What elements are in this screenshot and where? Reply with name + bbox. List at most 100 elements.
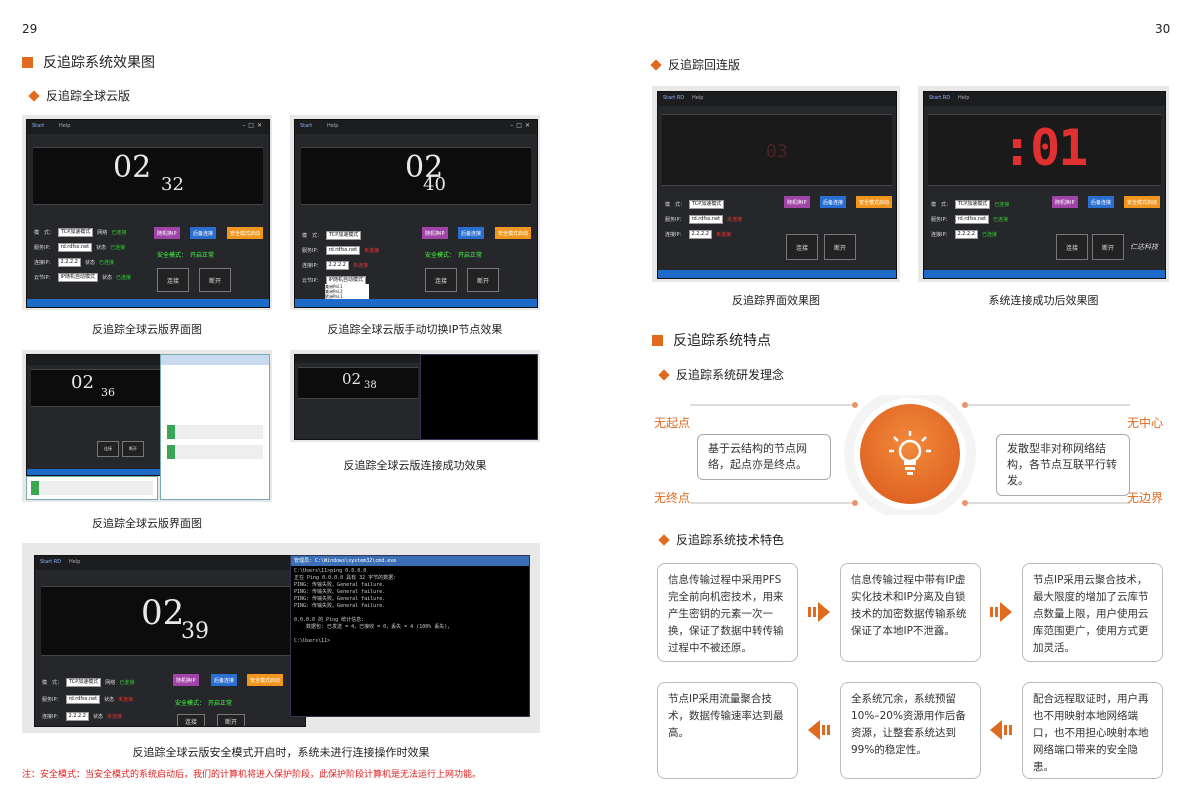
- feature-ip-virtual: 信息传输过程中带有IP虚实化技术和IP分离及自锁技术的加密数据传输系统保证了本地…: [840, 563, 981, 662]
- safe-mode-button[interactable]: 安全模式启动: [1124, 196, 1161, 208]
- status-value: 未连接: [118, 697, 134, 703]
- tab-help[interactable]: Help: [692, 95, 703, 101]
- proxy-select[interactable]: 2.2.2.2: [57, 258, 81, 267]
- disconnect-button[interactable]: 断开: [199, 268, 231, 292]
- clock-banner: 02 40: [301, 147, 531, 205]
- feature-pfs: 信息传输过程中采用PFS完全前向机密技术，用来产生密钥的元素一次一换，保证了数据…: [657, 563, 798, 662]
- screenshot-cloud-ui-browser: 02 36 连接 断开: [22, 350, 272, 502]
- server-select[interactable]: rd.rdfss.net: [325, 246, 361, 255]
- backup-connect-button[interactable]: 后备连接: [1088, 196, 1115, 208]
- window-controls-icon[interactable]: –□✕: [510, 122, 533, 129]
- node-no-end: 无终点: [654, 491, 691, 505]
- mode-select[interactable]: TCP加速模式: [66, 678, 102, 687]
- disconnect-button[interactable]: 断开: [1092, 234, 1124, 260]
- proxy-row: 连接IP： 2.2.2.2 未连接: [665, 230, 731, 239]
- tab-help[interactable]: Help: [958, 95, 969, 101]
- page-number-right: 30: [1155, 22, 1171, 36]
- server-label: 服务IP：: [34, 245, 54, 251]
- cmd-line: PING: 传输失败。General failure.: [294, 596, 386, 602]
- connect-button[interactable]: 连接: [157, 268, 189, 292]
- connect-button[interactable]: 连接: [97, 441, 119, 457]
- tab-start[interactable]: Start: [32, 123, 44, 129]
- server-select[interactable]: rd.rdfss.net: [688, 215, 724, 224]
- safe-mode-button[interactable]: 安全模式启动: [495, 227, 532, 239]
- mode-row: 模 式： TCP加速模式: [665, 200, 725, 209]
- random-ip-button[interactable]: 随机换IP: [784, 196, 810, 208]
- proxy-select[interactable]: 2.2.2.2: [325, 261, 349, 270]
- backup-connect-button[interactable]: 后备连接: [211, 674, 238, 686]
- proxy-label: 连接IP：: [42, 714, 62, 720]
- mode-select[interactable]: TCP加速模式: [326, 231, 362, 240]
- connect-button[interactable]: 连接: [786, 234, 818, 260]
- connect-button[interactable]: 连接: [1056, 234, 1088, 260]
- connect-button[interactable]: 连接: [177, 714, 205, 726]
- status-label: 状态: [96, 245, 107, 251]
- lightbulb-icon: [889, 431, 931, 475]
- proxy-label: 连接IP：: [931, 232, 951, 238]
- status-value: 未连接: [716, 232, 732, 238]
- status-label: 状态: [104, 697, 115, 703]
- disconnect-button[interactable]: 断开: [824, 234, 856, 260]
- caption-1: 反追踪全球云版界面图: [92, 323, 202, 336]
- proxy-select[interactable]: 2.2.2.2: [688, 230, 712, 239]
- ip-result-box: [167, 445, 263, 459]
- backup-connect-button[interactable]: 后备连接: [190, 227, 217, 239]
- random-ip-button[interactable]: 随机换IP: [422, 227, 448, 239]
- proxy-select[interactable]: 2.2.2.2: [65, 712, 89, 721]
- subtitle-text: 反追踪回连版: [668, 58, 741, 72]
- caption-5: 反追踪全球云版安全模式开启时，系统未进行连接操作时效果: [132, 746, 430, 759]
- subtitle-concept: 反追踪系统研发理念: [658, 366, 784, 383]
- window-controls-icon[interactable]: –□✕: [242, 122, 265, 129]
- diamond-bullet-icon: [28, 89, 40, 102]
- connect-button[interactable]: 连接: [425, 268, 457, 292]
- net-label: 网络: [105, 680, 116, 686]
- backup-connect-button[interactable]: 后备连接: [820, 196, 847, 208]
- tab-help[interactable]: Help: [69, 559, 80, 565]
- mode-label: 模 式：: [665, 202, 686, 208]
- clock-seconds: 32: [161, 174, 184, 195]
- tab-help[interactable]: Help: [327, 123, 338, 129]
- server-select[interactable]: rd.rdfss.net: [57, 243, 93, 252]
- cloud-label: 云节IP：: [302, 278, 322, 284]
- feature-redundancy: 全系统冗余，系统预留10%–20%资源用作后备资源，让整套系统达到99%的稳定性…: [840, 682, 981, 779]
- section-title-text: 反追踪系统特点: [673, 333, 771, 349]
- cloud-select[interactable]: IP随机自动模式: [57, 273, 98, 282]
- tab-start-rd[interactable]: Start RD: [40, 559, 61, 565]
- random-ip-button[interactable]: 随机换IP: [154, 227, 180, 239]
- page-number-left: 29: [22, 22, 38, 36]
- disconnect-button[interactable]: 断开: [467, 268, 499, 292]
- disconnect-button[interactable]: 断开: [122, 441, 144, 457]
- browser-window: [160, 354, 270, 500]
- digit-banner: 03: [662, 114, 892, 186]
- status-value: 未连接: [353, 263, 369, 269]
- disconnect-button[interactable]: 断开: [217, 714, 245, 726]
- server-select[interactable]: rd.rdfss.net: [65, 695, 101, 704]
- backup-connect-button[interactable]: 后备连接: [458, 227, 485, 239]
- screenshot-rd-ui: Start RD Help 03 模 式： TCP加速模式 服务IP： rd.rdf…: [652, 86, 900, 282]
- server-select[interactable]: rd.rdfss.net: [954, 215, 990, 224]
- clock-seconds: 38: [364, 380, 377, 391]
- section-title-text: 反追踪系统效果图: [43, 55, 155, 71]
- bulb-circle: [860, 404, 960, 504]
- random-ip-button[interactable]: 随机换IP: [173, 674, 199, 686]
- mode-select[interactable]: TCP加速模式: [58, 228, 94, 237]
- browser-toolbar: [161, 355, 269, 365]
- cmd-output: C:\Users\11>ping 0.0.0.0 正在 Ping 0.0.0.0…: [294, 568, 526, 645]
- mode-select[interactable]: TCP加速模式: [689, 200, 725, 209]
- tab-start[interactable]: Start: [300, 123, 312, 129]
- arrow-left-icon: [808, 720, 830, 740]
- safe-mode-button[interactable]: 安全模式启动: [227, 227, 264, 239]
- mode-select[interactable]: TCP加速模式: [955, 200, 991, 209]
- cmd-window-small: [420, 354, 538, 440]
- caption-4: 反追踪全球云版连接成功效果: [343, 459, 487, 472]
- safe-mode-button[interactable]: 安全模式启动: [247, 674, 284, 686]
- ip-result-box: [31, 481, 153, 495]
- tab-help[interactable]: Help: [59, 123, 70, 129]
- status-value: 已连接: [119, 680, 135, 686]
- random-ip-button[interactable]: 随机换IP: [1052, 196, 1078, 208]
- bubble-left: 基于云结构的节点网络，起点亦是终点。: [697, 434, 831, 480]
- tab-start-rd[interactable]: Start RD: [663, 95, 684, 101]
- safe-mode-button[interactable]: 安全模式启动: [856, 196, 893, 208]
- proxy-select[interactable]: 2.2.2.2: [954, 230, 978, 239]
- tab-start-rd[interactable]: Start RD: [929, 95, 950, 101]
